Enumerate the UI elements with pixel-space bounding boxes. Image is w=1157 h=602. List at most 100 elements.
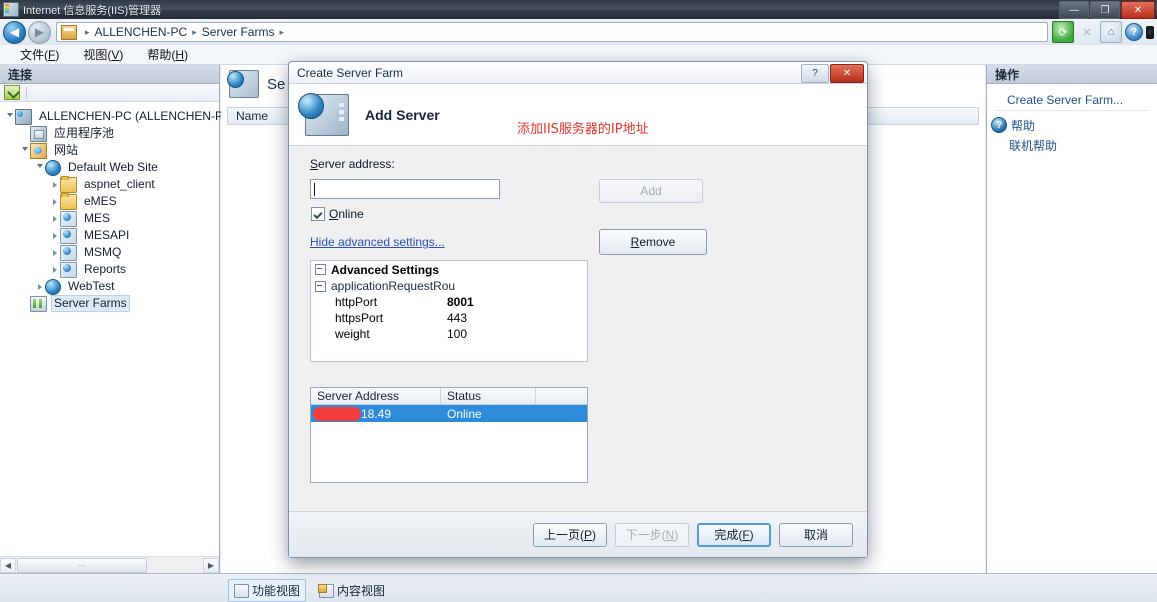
menu-item-file[interactable]: 文件(F) [8,44,71,65]
hide-advanced-settings-link[interactable]: Hide advanced settings... [310,235,445,249]
menu-item-view[interactable]: 视图(V) [71,44,135,65]
actions-list: Create Server Farm... ? 帮助 联机帮助 [987,84,1157,155]
remove-label-rest: emove [639,235,676,249]
tree-item-label: MESAPI [84,228,130,242]
text-caret [314,182,315,196]
cancel-button[interactable]: 取消 [779,522,853,547]
tab-features-view[interactable]: 功能视图 [228,579,307,602]
tab-content-view[interactable]: 内容视图 [314,580,390,601]
tree-item-reports[interactable]: Reports [4,261,219,278]
tree-item-default-web-site[interactable]: Default Web Site [4,159,219,176]
setting-key: httpPort [335,295,378,309]
expander-icon[interactable] [49,210,60,227]
expander-icon[interactable] [49,261,60,278]
application-icon [60,244,77,261]
tree-item-mesapi[interactable]: MESAPI [4,227,219,244]
refresh-icon[interactable]: ⟳ [1052,21,1074,43]
help-dropdown-caret[interactable]: ▼ [1146,25,1154,39]
close-button[interactable]: ✕ [1121,1,1155,19]
sites-icon [30,142,47,159]
tree-item-app-pools[interactable]: 应用程序池 [4,125,219,142]
back-icon[interactable]: ◀ [3,20,26,44]
finish-button[interactable]: 完成(F) [697,522,771,547]
tree-item-msmq[interactable]: MSMQ [4,244,219,261]
advanced-settings-group-row[interactable]: applicationRequestRou [311,278,587,294]
dialog-titlebar: Create Server Farm ? ✕ [289,62,867,84]
setting-value[interactable]: 100 [447,327,467,341]
expander-icon[interactable] [19,142,30,159]
previous-button-accel: P [584,527,593,542]
connections-horizontal-scrollbar[interactable]: ◀ ⋯ ▶ [0,556,219,573]
remove-server-button[interactable]: Remove [599,229,707,255]
online-checkbox[interactable]: Online [311,207,364,221]
action-help[interactable]: ? 帮助 [987,115,1157,135]
connect-to-server-icon[interactable] [4,85,20,100]
column-header-status[interactable]: Status [441,388,536,404]
servers-grid-header: Server Address Status [311,388,587,405]
tree-item-emes[interactable]: eMES [4,192,219,210]
tree-item-server-farms[interactable]: Server Farms [4,295,219,312]
advanced-settings-root-row[interactable]: Advanced Settings [311,261,587,278]
tree-item-sites[interactable]: 网站 [4,142,219,159]
setting-value[interactable]: 443 [447,311,467,325]
advanced-settings-group-label: applicationRequestRou [331,279,456,293]
collapse-icon[interactable] [315,280,326,292]
breadcrumb-item-1[interactable]: Server Farms [202,25,275,39]
expander-icon[interactable] [34,278,45,295]
tab-features-view-label: 功能视图 [252,584,301,598]
breadcrumb-item-0[interactable]: ALLENCHEN-PC [95,25,188,39]
tree-item-mes[interactable]: MES [4,210,219,227]
address-bar: ◀ ▶ ▸ ALLENCHEN-PC ▸ Server Farms ▸ ⟳ ✕ … [0,19,1157,45]
advanced-setting-row[interactable]: weight 100 [311,326,587,342]
previous-button[interactable]: 上一页(P) [533,522,607,547]
column-header-server-address[interactable]: Server Address [311,388,441,404]
table-row[interactable]: 18.49 Online [311,405,587,422]
action-create-server-farm[interactable]: Create Server Farm... [995,90,1149,111]
server-farms-icon [227,70,259,98]
tree-item-server[interactable]: ALLENCHEN-PC (ALLENCHEN-PC\Ad [4,108,250,125]
menu-item-help[interactable]: 帮助(H) [135,44,200,65]
scrollbar-thumb[interactable]: ⋯ [17,557,147,573]
minimize-button[interactable]: — [1059,1,1089,19]
expander-icon[interactable] [49,244,60,261]
setting-value[interactable]: 8001 [447,295,474,309]
expander-icon[interactable] [49,176,60,193]
scroll-right-icon[interactable]: ▶ [203,557,219,573]
dialog-help-button[interactable]: ? [801,64,829,83]
server-farms-icon [30,295,47,312]
breadcrumb-separator-2[interactable]: ▸ [279,27,284,38]
scroll-left-icon[interactable]: ◀ [0,557,16,573]
actions-pane-header: 操作 [987,65,1157,84]
dialog-window-controls: ? ✕ [801,64,864,83]
advanced-setting-row[interactable]: httpPort 8001 [311,294,587,310]
next-button-label: 下一步 [625,528,662,542]
breadcrumb[interactable]: ▸ ALLENCHEN-PC ▸ Server Farms ▸ [56,22,1048,42]
checkbox-checked-icon[interactable] [311,207,325,221]
folder-icon [60,175,77,193]
home-icon[interactable]: ⌂ [1100,21,1122,43]
expander-icon[interactable] [4,108,15,125]
expander-icon[interactable] [49,193,60,210]
menu-item-help-label: 帮助 [147,48,172,62]
collapse-icon[interactable] [315,264,326,275]
annotation-text: 添加IIS服务器的IP地址 [517,122,649,137]
server-address-input[interactable] [310,179,500,199]
help-icon: ? [991,117,1007,133]
tree-item-label: aspnet_client [84,177,155,191]
help-icon[interactable]: ? [1125,23,1143,41]
advanced-setting-row[interactable]: httpsPort 443 [311,310,587,326]
dialog-heading: Add Server [365,106,440,123]
restore-button[interactable]: ❐ [1090,1,1120,19]
expander-icon[interactable] [49,227,60,244]
dialog-close-button[interactable]: ✕ [830,64,864,83]
online-checkbox-label: Online [329,207,364,221]
forward-icon[interactable]: ▶ [28,20,51,44]
window-title: Internet 信息服务(IIS)管理器 [23,4,162,17]
servers-grid[interactable]: Server Address Status 18.49 Online [310,387,588,483]
tree-item-webtest[interactable]: WebTest [4,278,219,295]
advanced-settings-grid[interactable]: Advanced Settings applicationRequestRou … [310,260,588,362]
action-online-help[interactable]: 联机帮助 [987,135,1157,155]
scrollbar-track[interactable] [148,558,203,573]
tree-item-aspnet-client[interactable]: aspnet_client [4,175,219,193]
expander-icon[interactable] [34,159,45,176]
